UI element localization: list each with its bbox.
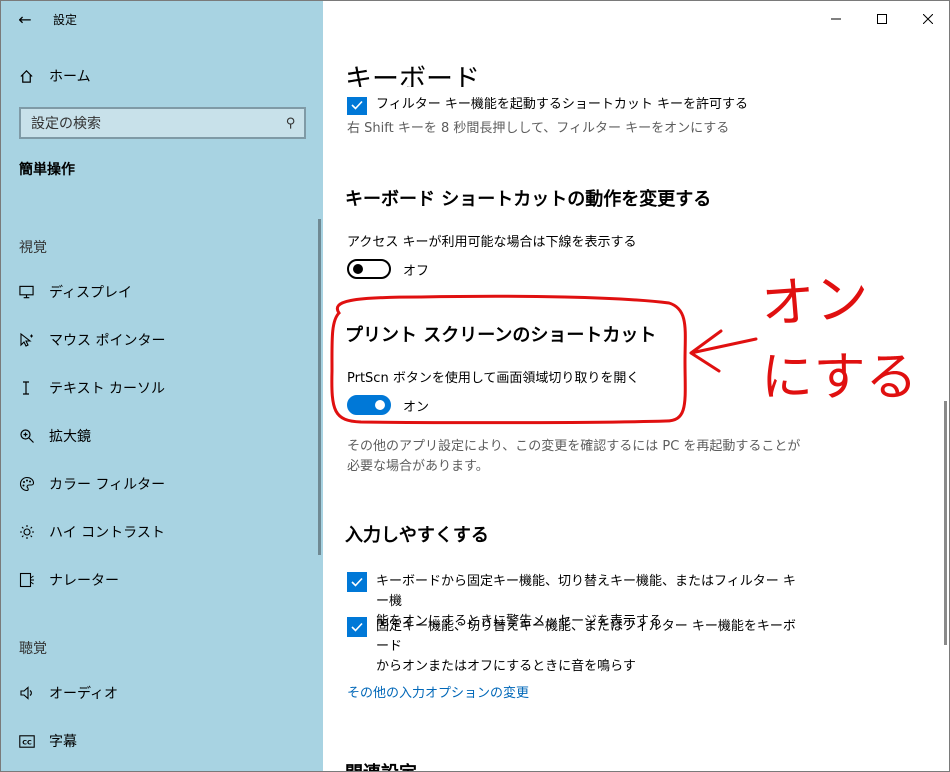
filter-keys-checkbox-row[interactable]: フィルター キー機能を起動するショートカット キーを許可する bbox=[347, 95, 796, 115]
home-icon bbox=[19, 69, 49, 84]
speaker-icon bbox=[19, 685, 49, 701]
sidebar-item-display[interactable]: ディスプレイ bbox=[1, 272, 323, 312]
print-screen-section-title: プリント スクリーンのショートカット bbox=[345, 325, 657, 346]
close-button[interactable] bbox=[905, 1, 949, 37]
search-placeholder: 設定の検索 bbox=[31, 116, 101, 132]
app-title: 設定 bbox=[53, 12, 78, 27]
checkmark-icon bbox=[351, 622, 363, 632]
group-label-vision: 視覚 bbox=[19, 240, 47, 256]
checkmark-icon bbox=[351, 577, 363, 587]
back-button[interactable]: ← bbox=[1, 1, 49, 37]
sidebar-item-label: ハイ コントラスト bbox=[49, 525, 165, 541]
checkbox-label-line: 固定キー機能、切り替えキー機能、またはフィルター キー機能をキーボード bbox=[376, 619, 796, 654]
sound-checkbox-row[interactable]: 固定キー機能、切り替えキー機能、またはフィルター キー機能をキーボード からオン… bbox=[347, 617, 796, 677]
related-settings-title: 関連設定 bbox=[345, 759, 417, 771]
sidebar-item-label: カラー フィルター bbox=[49, 477, 166, 493]
minimize-button[interactable] bbox=[813, 1, 859, 37]
sidebar-item-narrator[interactable]: ナレーター bbox=[1, 560, 323, 600]
warning-message-checkbox[interactable] bbox=[347, 572, 367, 592]
sound-checkbox[interactable] bbox=[347, 617, 367, 637]
mouse-pointer-icon bbox=[19, 332, 49, 348]
maximize-icon bbox=[877, 14, 887, 24]
search-input[interactable]: 設定の検索 ⚲ bbox=[19, 107, 306, 139]
main-content: キーボード フィルター キー機能を起動するショートカット キーを許可する 右 S… bbox=[323, 1, 949, 771]
print-screen-label: PrtScn ボタンを使用して画面領域切り取りを開く bbox=[347, 371, 640, 386]
access-key-toggle-row: オフ bbox=[347, 259, 429, 279]
maximize-button[interactable] bbox=[859, 1, 905, 37]
access-key-label: アクセス キーが利用可能な場合は下線を表示する bbox=[347, 235, 637, 250]
title-bar: ← 設定 bbox=[1, 1, 323, 37]
sidebar-item-high-contrast[interactable]: ハイ コントラスト bbox=[1, 512, 323, 552]
print-screen-toggle[interactable] bbox=[347, 395, 391, 415]
restart-note-line1: その他のアプリ設定により、この変更を確認するには PC を再起動することが bbox=[347, 439, 801, 454]
sidebar: ← 設定 ホーム 設定の検索 ⚲ 簡単操作 視覚 ディスプレイ マウス ポインタ… bbox=[1, 1, 323, 771]
sidebar-item-label: ディスプレイ bbox=[49, 285, 133, 301]
close-icon bbox=[923, 14, 933, 24]
narrator-icon bbox=[19, 572, 49, 588]
sidebar-item-color-filter[interactable]: カラー フィルター bbox=[1, 464, 323, 504]
sidebar-item-mouse-pointer[interactable]: マウス ポインター bbox=[1, 320, 323, 360]
access-key-toggle-state: オフ bbox=[403, 263, 430, 279]
brightness-icon bbox=[19, 524, 49, 540]
monitor-icon bbox=[19, 285, 49, 299]
restart-note-line2: 必要な場合があります。 bbox=[347, 459, 489, 474]
ease-section-title: 入力しやすくする bbox=[345, 525, 489, 546]
section-title: 簡単操作 bbox=[19, 162, 75, 178]
sidebar-item-label: テキスト カーソル bbox=[49, 381, 166, 397]
filter-keys-description: 右 Shift キーを 8 秒間長押しして、フィルター キーをオンにする bbox=[347, 121, 730, 136]
settings-window: ← 設定 ホーム 設定の検索 ⚲ 簡単操作 視覚 ディスプレイ マウス ポインタ… bbox=[0, 0, 950, 772]
text-cursor-icon bbox=[19, 380, 49, 396]
group-label-hearing: 聴覚 bbox=[19, 641, 47, 657]
sidebar-item-label: マウス ポインター bbox=[49, 333, 166, 349]
sidebar-item-home[interactable]: ホーム bbox=[1, 59, 323, 93]
access-key-toggle[interactable] bbox=[347, 259, 391, 279]
sidebar-item-label: 拡大鏡 bbox=[49, 429, 91, 445]
back-arrow-icon: ← bbox=[18, 9, 32, 29]
checkbox-label-line: からオンまたはオフにするときに音を鳴らす bbox=[376, 659, 636, 674]
main-scrollbar[interactable] bbox=[944, 401, 947, 645]
sidebar-item-label: オーディオ bbox=[49, 686, 119, 702]
svg-text:CC: CC bbox=[22, 738, 32, 746]
print-screen-toggle-state: オン bbox=[403, 399, 430, 415]
sidebar-item-magnifier[interactable]: 拡大鏡 bbox=[1, 416, 323, 456]
checkbox-label-line: キーボードから固定キー機能、切り替えキー機能、またはフィルター キー機 bbox=[376, 574, 796, 609]
search-icon[interactable]: ⚲ bbox=[286, 116, 296, 131]
shortcut-section-title: キーボード ショートカットの動作を変更する bbox=[345, 189, 712, 210]
palette-icon bbox=[19, 476, 49, 492]
sound-checkbox-label: 固定キー機能、切り替えキー機能、またはフィルター キー機能をキーボード からオン… bbox=[376, 617, 796, 677]
print-screen-toggle-row: オン bbox=[347, 395, 429, 415]
sidebar-item-label: 字幕 bbox=[49, 734, 77, 750]
minimize-icon bbox=[831, 18, 841, 20]
sidebar-item-text-cursor[interactable]: テキスト カーソル bbox=[1, 368, 323, 408]
magnifier-icon bbox=[19, 428, 49, 444]
filter-keys-checkbox[interactable] bbox=[347, 95, 367, 115]
sidebar-scrollbar[interactable] bbox=[318, 219, 321, 555]
captions-icon: CC bbox=[19, 734, 49, 748]
window-controls bbox=[813, 1, 949, 37]
sidebar-item-label: ナレーター bbox=[49, 573, 119, 589]
sidebar-item-audio[interactable]: オーディオ bbox=[1, 673, 323, 713]
sidebar-item-label: ホーム bbox=[49, 69, 91, 85]
more-input-options-link[interactable]: その他の入力オプションの変更 bbox=[347, 682, 529, 701]
filter-keys-checkbox-label: フィルター キー機能を起動するショートカット キーを許可する bbox=[376, 97, 749, 112]
sidebar-item-captions[interactable]: CC 字幕 bbox=[1, 721, 323, 761]
checkmark-icon bbox=[351, 100, 363, 110]
